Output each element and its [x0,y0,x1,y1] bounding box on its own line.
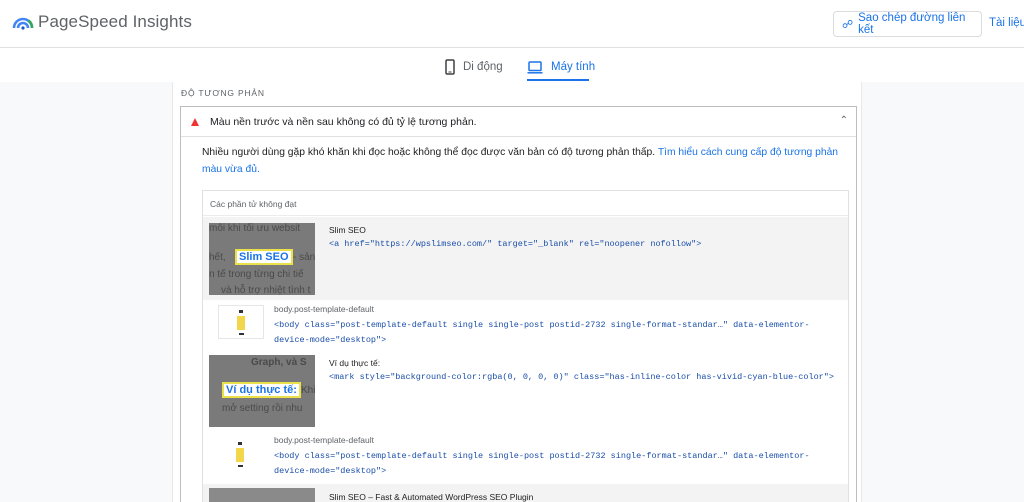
thumbnail-graphic [237,316,245,330]
thumbnail-text: Graph, và S [251,357,307,368]
element-screenshot-thumbnail [218,305,264,339]
highlighted-element: Slim SEO [235,249,293,265]
audit-title: Màu nền trước và nền sau không có đủ tỷ … [210,115,477,128]
element-snippet: <mark style="background-color:rgba(0, 0,… [329,372,834,382]
docs-link[interactable]: Tài liệu [989,17,1024,29]
top-bar: PageSpeed Insights ☍ Sao chép đường liên… [0,0,1024,48]
table-row: Graph, và S Ví dụ thực tế: Khi mở settin… [203,350,848,432]
table-row: mỗi khi tối ưu websit hết, Slim SEO - sả… [203,217,848,300]
audit-header[interactable]: Màu nền trước và nền sau không có đủ tỷ … [181,107,856,137]
link-icon: ☍ [842,18,854,31]
tab-desktop-label: Máy tính [551,61,596,73]
element-snippet: device-mode="desktop"> [274,466,387,476]
element-label: body.post-template-default [274,435,375,445]
element-snippet: device-mode="desktop"> [274,335,387,345]
element-snippet: <body class="post-template-default singl… [274,320,810,330]
contrast-audit: Màu nền trước và nền sau không có đủ tỷ … [180,106,857,502]
element-snippet: <body class="post-template-default singl… [274,451,810,461]
tab-mobile-label: Di động [463,61,503,73]
element-screenshot-thumbnail: mỗi khi tối ưu websit hết, Slim SEO - sả… [209,223,315,295]
table-row: body.post-template-default <body class="… [203,300,848,350]
tab-desktop[interactable]: Máy tính [527,56,595,78]
active-tab-indicator [527,79,589,81]
thumbnail-graphic [239,310,243,313]
section-label: ĐỘ TƯƠNG PHẢN [181,88,265,98]
thumbnail-text: - sản [293,252,315,263]
audit-description: Nhiều người dùng gặp khó khăn khi đọc ho… [202,144,852,178]
chevron-up-icon[interactable]: ⌃ [840,115,848,126]
element-screenshot-thumbnail [218,438,264,472]
highlighted-element: Ví dụ thực tế: [222,382,301,398]
element-label: Slim SEO – Fast & Automated WordPress SE… [329,492,534,502]
element-screenshot-thumbnail: Graph, và S Ví dụ thực tế: Khi mở settin… [209,355,315,427]
thumbnail-graphic [238,442,242,445]
report-panel: ĐỘ TƯƠNG PHẢN Màu nền trước và nền sau k… [172,82,862,502]
thumbnail-graphic [236,448,244,462]
element-label: Ví dụ thực tế: [329,358,381,368]
table-header: Các phần tử không đạt [203,191,848,216]
failing-elements-table: Các phần tử không đạt mỗi khi tối ưu web… [202,190,849,502]
thumbnail-text: Khi [301,385,315,396]
pagespeed-logo-icon [12,17,34,30]
app-logo[interactable]: PageSpeed Insights [12,11,192,33]
thumbnail-graphic [238,465,243,467]
thumbnail-graphic [239,333,244,335]
phone-icon [445,59,455,75]
copy-link-button[interactable]: ☍ Sao chép đường liên kết [833,11,982,37]
thumbnail-text: hết, [209,252,226,263]
table-row: Slim SEO – Fast & Automated WordPress SE… [203,484,848,502]
thumbnail-text: mỗi khi tối ưu websit [209,223,301,234]
thumbnail-text: và hỗ trợ nhiệt tình t [221,285,311,295]
element-snippet: <a href="https://wpslimseo.com/" target=… [329,239,702,249]
warning-triangle-icon [191,117,199,126]
table-row: body.post-template-default <body class="… [203,432,848,484]
thumbnail-text: n tế trong từng chi tiế [209,269,304,280]
device-tabs: Di động Máy tính [0,48,1024,82]
element-label: Slim SEO [329,225,366,235]
element-screenshot-thumbnail [209,488,315,502]
description-text: Nhiều người dùng gặp khó khăn khi đọc ho… [202,147,656,158]
element-label: body.post-template-default [274,304,375,314]
laptop-icon [527,60,543,74]
thumbnail-text: mở setting rồi nhu [222,403,303,414]
copy-link-label: Sao chép đường liên kết [858,12,966,36]
app-title: PageSpeed Insights [38,12,192,31]
tab-mobile[interactable]: Di động [445,56,503,78]
